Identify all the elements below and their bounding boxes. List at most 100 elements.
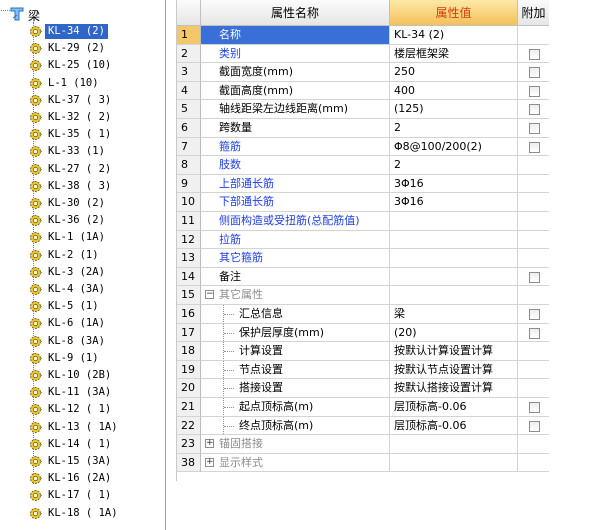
property-name: 类别 — [201, 44, 390, 64]
tree-item[interactable]: KL-29 (2) — [0, 40, 165, 57]
property-value[interactable] — [390, 249, 518, 268]
row-number: 7 — [177, 137, 201, 157]
property-value[interactable]: (125) — [390, 100, 518, 119]
property-value[interactable]: 按默认节点设置计算 — [390, 360, 518, 380]
tree-item[interactable]: KL-2 (1) — [0, 247, 165, 264]
property-row[interactable]: 15− 其它属性 — [177, 286, 550, 305]
property-row[interactable]: 7 箍筋 Φ8@100/200(2) — [177, 137, 550, 157]
property-row[interactable]: 6 跨数量 2 — [177, 119, 550, 138]
property-value[interactable]: 3Φ16 — [390, 193, 518, 212]
property-value[interactable]: 2 — [390, 156, 518, 175]
collapse-icon[interactable]: − — [205, 290, 214, 300]
tree-item[interactable]: KL-32 ( 2) — [0, 109, 165, 126]
property-name: 下部通长筋 — [201, 193, 390, 212]
tree-item[interactable]: L-1 (10) — [0, 75, 165, 92]
attach-checkbox[interactable] — [529, 85, 540, 97]
tree-item[interactable]: KL-6 (1A) — [0, 315, 165, 332]
property-row[interactable]: 3 截面宽度(mm) 250 — [177, 63, 550, 82]
property-row[interactable]: 2 类别 楼层框架梁 — [177, 44, 550, 64]
tree-item[interactable]: KL-35 ( 1) — [0, 126, 165, 143]
property-row[interactable]: 8 肢数 2 — [177, 156, 550, 175]
tree-item[interactable]: KL-4 (3A) — [0, 281, 165, 298]
attach-checkbox[interactable] — [529, 327, 540, 339]
attach-checkbox[interactable] — [529, 104, 540, 116]
tree-item[interactable]: KL-37 ( 3) — [0, 92, 165, 109]
property-value[interactable]: 楼层框架梁 — [390, 44, 518, 64]
tree-item[interactable]: KL-12 ( 1) — [0, 401, 165, 418]
header-property-value[interactable]: 属性值 — [390, 0, 518, 26]
tree-item[interactable]: KL-18 ( 1A) — [0, 505, 165, 522]
property-value[interactable]: 400 — [390, 81, 518, 101]
property-row[interactable]: 12 拉筋 — [177, 230, 550, 250]
attach-cell — [518, 119, 550, 138]
tree-item[interactable]: KL-9 (1) — [0, 350, 165, 367]
property-value[interactable]: 层顶标高-0.06 — [390, 398, 518, 417]
attach-checkbox[interactable] — [529, 123, 540, 134]
property-value[interactable]: 层顶标高-0.06 — [390, 416, 518, 436]
attach-checkbox[interactable] — [529, 420, 540, 432]
header-property-name[interactable]: 属性名称 — [201, 0, 390, 26]
property-value[interactable]: KL-34 (2) — [390, 26, 518, 45]
property-row[interactable]: 17 保护层厚度(mm) (20) — [177, 323, 550, 343]
tree-item[interactable]: KL-8 (3A) — [0, 333, 165, 350]
attach-checkbox[interactable] — [529, 402, 540, 413]
tree-item[interactable]: KL-30 (2) — [0, 195, 165, 212]
property-row[interactable]: 18 计算设置 按默认计算设置计算 — [177, 342, 550, 361]
tree-item[interactable]: KL-36 (2) — [0, 212, 165, 229]
property-row[interactable]: 21 起点顶标高(m) 层顶标高-0.06 — [177, 398, 550, 417]
tree-item[interactable]: KL-17 ( 1) — [0, 487, 165, 504]
property-row[interactable]: 13 其它箍筋 — [177, 249, 550, 268]
property-row[interactable]: 10 下部通长筋 3Φ16 — [177, 193, 550, 212]
attach-checkbox[interactable] — [529, 271, 540, 283]
property-value[interactable]: 按默认搭接设置计算 — [390, 379, 518, 398]
property-row[interactable]: 20 搭接设置 按默认搭接设置计算 — [177, 379, 550, 398]
property-value[interactable] — [390, 212, 518, 231]
property-value[interactable] — [390, 230, 518, 250]
property-row[interactable]: 23 + 锚固搭接 — [177, 435, 550, 454]
property-row[interactable]: 9 上部通长筋 3Φ16 — [177, 174, 550, 194]
attach-checkbox[interactable] — [529, 309, 540, 320]
property-value[interactable] — [390, 435, 518, 454]
attach-checkbox[interactable] — [529, 67, 540, 79]
property-value[interactable] — [390, 453, 518, 473]
tree-item[interactable]: KL-25 (10) — [0, 57, 165, 74]
tree-item[interactable]: KL-38 ( 3) — [0, 178, 165, 195]
property-row[interactable]: 1 名称 KL-34 (2) — [177, 26, 550, 45]
tree-item[interactable]: KL-3 (2A) — [0, 264, 165, 281]
property-row[interactable]: 19 节点设置 按默认节点设置计算 — [177, 360, 550, 380]
tree-item[interactable]: KL-33 (1) — [0, 143, 165, 160]
tree-root[interactable]: 梁 — [0, 6, 165, 23]
property-value[interactable]: 250 — [390, 63, 518, 82]
property-row[interactable]: 38 + 显示样式 — [177, 453, 550, 473]
property-row[interactable]: 11 侧面构造或受扭筋(总配筋值) — [177, 212, 550, 231]
tree-item[interactable]: KL-27 ( 2) — [0, 161, 165, 178]
property-row[interactable]: 14 备注 — [177, 267, 550, 287]
tree-item[interactable]: KL-34 (2) — [0, 23, 165, 40]
property-value[interactable]: 按默认计算设置计算 — [390, 342, 518, 361]
expand-icon[interactable]: + — [205, 439, 214, 449]
attach-checkbox[interactable] — [529, 141, 540, 153]
property-row[interactable]: 4 截面高度(mm) 400 — [177, 81, 550, 101]
tree-item[interactable]: KL-5 (1) — [0, 298, 165, 315]
tree-item[interactable]: KL-16 (2A) — [0, 470, 165, 487]
property-value[interactable]: 2 — [390, 119, 518, 138]
tree-item[interactable]: KL-14 ( 1) — [0, 436, 165, 453]
property-row[interactable]: 16 汇总信息 梁 — [177, 305, 550, 324]
property-value[interactable] — [390, 286, 518, 305]
property-row[interactable]: 22 终点顶标高(m) 层顶标高-0.06 — [177, 416, 550, 436]
tree-item[interactable]: KL-13 ( 1A) — [0, 419, 165, 436]
expand-icon[interactable]: + — [205, 457, 214, 467]
tree-item[interactable]: KL-10 (2B) — [0, 367, 165, 384]
property-value[interactable] — [390, 267, 518, 287]
tree-item[interactable]: KL-11 (3A) — [0, 384, 165, 401]
property-value[interactable]: 梁 — [390, 305, 518, 324]
tree-item[interactable]: KL-15 (3A) — [0, 453, 165, 470]
property-value[interactable]: 3Φ16 — [390, 174, 518, 194]
attach-checkbox[interactable] — [529, 48, 540, 60]
property-value[interactable]: (20) — [390, 323, 518, 343]
tree-branch-line — [223, 379, 234, 397]
property-row[interactable]: 5 轴线距梁左边线距离(mm) (125) — [177, 100, 550, 119]
property-value[interactable]: Φ8@100/200(2) — [390, 137, 518, 157]
tree-item[interactable]: KL-1 (1A) — [0, 229, 165, 246]
header-attach[interactable]: 附加 — [518, 0, 550, 26]
